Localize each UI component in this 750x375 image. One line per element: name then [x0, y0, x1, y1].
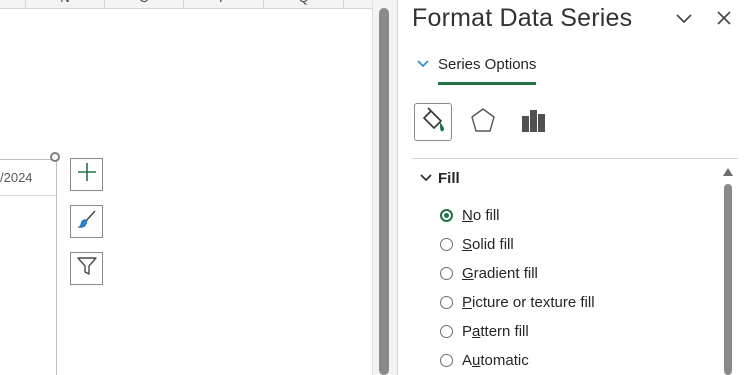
- label-text: o fill: [472, 206, 500, 224]
- radio-button[interactable]: [440, 295, 453, 309]
- pane-scroll-thumb[interactable]: [724, 184, 732, 375]
- label-text: A: [462, 351, 473, 369]
- fill-option-row[interactable]: Solid fill: [440, 234, 514, 254]
- chevron-down-icon: [416, 58, 430, 75]
- pane-vertical-scrollbar[interactable]: [722, 168, 734, 375]
- chart-elements-button[interactable]: [70, 158, 103, 191]
- column-header-m[interactable]: [0, 0, 26, 9]
- fill-line-icon: [418, 105, 448, 140]
- close-icon: [716, 10, 732, 31]
- sheet-vertical-scrollbar[interactable]: [372, 0, 398, 375]
- fill-option-label[interactable]: Picture or texture fill: [462, 294, 595, 311]
- chart-styles-button[interactable]: [70, 205, 103, 238]
- series-options-underline: [438, 82, 536, 85]
- label-text: ttern fill: [480, 322, 529, 340]
- column-label-q: Q: [298, 0, 308, 5]
- access-key: G: [462, 264, 474, 282]
- chart-axis-date-label: /2024: [0, 170, 33, 185]
- chevron-down-icon: [420, 171, 432, 188]
- chevron-down-icon: [675, 9, 693, 32]
- radio-button[interactable]: [440, 266, 453, 280]
- plus-icon: [76, 161, 98, 188]
- radio-button[interactable]: [440, 324, 453, 338]
- filter-icon: [76, 255, 98, 282]
- effects-icon: [469, 106, 497, 139]
- tab-series-options[interactable]: [514, 103, 552, 141]
- label-text: olid fill: [472, 235, 514, 253]
- chart-filters-button[interactable]: [70, 252, 103, 285]
- scroll-up-arrow-icon[interactable]: [723, 168, 733, 176]
- radio-button[interactable]: [440, 208, 453, 222]
- label-text: P: [462, 322, 473, 340]
- column-header-o[interactable]: O: [105, 0, 184, 9]
- fill-section-header[interactable]: Fill: [420, 170, 460, 188]
- radio-button[interactable]: [440, 237, 453, 251]
- fill-option-row[interactable]: Pattern fill: [440, 321, 529, 341]
- format-data-series-pane: Format Data Series Series Options Fill N…: [397, 0, 750, 375]
- column-label-p: P: [219, 0, 228, 5]
- chart-plot-border: [0, 195, 56, 196]
- fill-option-label[interactable]: Gradient fill: [462, 265, 538, 282]
- tab-fill-line[interactable]: [414, 103, 452, 141]
- fill-option-label[interactable]: Automatic: [462, 352, 529, 369]
- fill-option-row[interactable]: Picture or texture fill: [440, 292, 595, 312]
- pane-title: Format Data Series: [412, 4, 633, 32]
- series-options-label[interactable]: Series Options: [438, 56, 536, 73]
- chart-resize-handle[interactable]: [50, 152, 60, 162]
- series-options-dropdown[interactable]: [416, 57, 430, 76]
- column-label-n: N: [60, 0, 69, 5]
- column-header-n[interactable]: N: [26, 0, 105, 9]
- tab-effects[interactable]: [464, 103, 502, 141]
- fill-option-row[interactable]: Gradient fill: [440, 263, 538, 283]
- label-text: icture or texture fill: [472, 293, 595, 311]
- column-header-p[interactable]: P: [184, 0, 264, 9]
- worksheet[interactable]: N O P Q /2024: [0, 0, 372, 375]
- fill-option-label[interactable]: Pattern fill: [462, 323, 529, 340]
- pane-options-button[interactable]: [674, 10, 694, 30]
- fill-option-row[interactable]: Automatic: [440, 350, 529, 370]
- brush-icon: [76, 208, 98, 235]
- column-header-q[interactable]: Q: [264, 0, 344, 9]
- label-text: tomatic: [480, 351, 529, 369]
- series-options-icon: [519, 106, 547, 139]
- access-key: N: [462, 206, 473, 224]
- fill-section-label: Fill: [438, 170, 460, 187]
- tab-divider: [412, 158, 738, 159]
- radio-button[interactable]: [440, 353, 453, 367]
- pane-close-button[interactable]: [714, 10, 734, 30]
- fill-option-row[interactable]: No fill: [440, 205, 500, 225]
- column-header-r[interactable]: [344, 0, 372, 9]
- label-text: radient fill: [473, 264, 538, 282]
- access-key: P: [462, 293, 473, 311]
- column-label-o: O: [139, 0, 149, 5]
- sheet-scroll-thumb[interactable]: [379, 8, 389, 375]
- fill-option-label[interactable]: No fill: [462, 207, 500, 224]
- fill-option-label[interactable]: Solid fill: [462, 236, 514, 253]
- access-key: S: [462, 235, 473, 253]
- chart-area[interactable]: [0, 159, 57, 375]
